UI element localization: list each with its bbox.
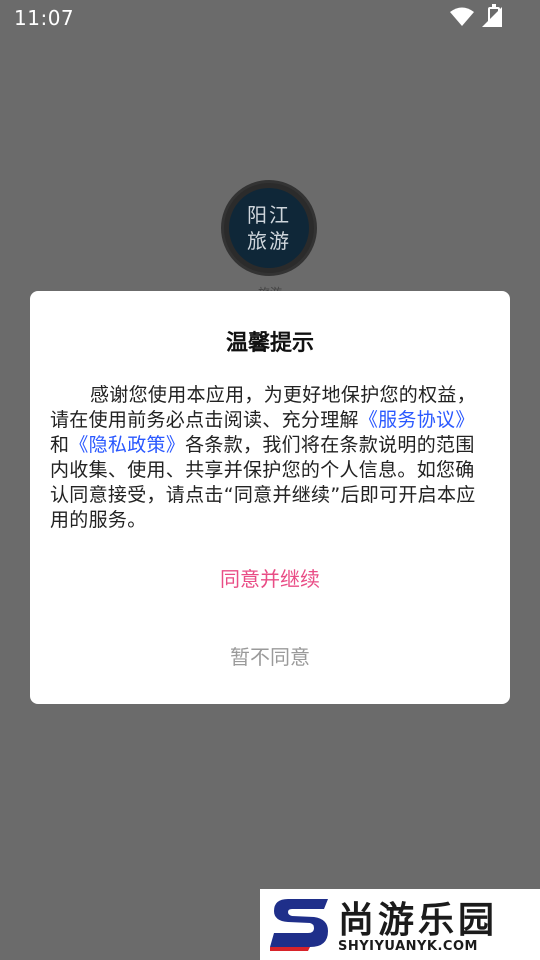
body-text-2: 和 — [50, 434, 70, 456]
watermark-name: 尚游乐园 — [338, 900, 499, 941]
agree-button[interactable]: 同意并继续 — [30, 563, 510, 592]
watermark-logo: 尚游乐园 SHYIYUANYK.COM — [260, 889, 540, 960]
service-agreement-link[interactable]: 《服务协议》 — [359, 409, 475, 431]
app-logo: 阳江 旅游 — [221, 180, 317, 276]
logo-text-line1: 阳江 — [247, 203, 291, 227]
decline-button[interactable]: 暂不同意 — [30, 641, 510, 670]
watermark-s-icon — [270, 899, 328, 951]
status-bar: 11:07 ⚡ — [0, 0, 540, 36]
dialog-body: 感谢您使用本应用，为更好地保护您的权益，请在使用前务必点击阅读、充分理解《服务协… — [50, 383, 492, 533]
wifi-icon — [450, 7, 474, 26]
battery-charging-icon: ⚡ — [488, 4, 500, 27]
privacy-policy-link[interactable]: 《隐私政策》 — [69, 434, 185, 456]
logo-text-line2: 旅游 — [247, 229, 291, 253]
dialog-title: 温馨提示 — [225, 331, 314, 356]
watermark-url: SHYIYUANYK.COM — [338, 939, 478, 954]
privacy-dialog: 温馨提示 感谢您使用本应用，为更好地保护您的权益，请在使用前务必点击阅读、充分理… — [30, 291, 510, 704]
status-time: 11:07 — [14, 6, 75, 30]
